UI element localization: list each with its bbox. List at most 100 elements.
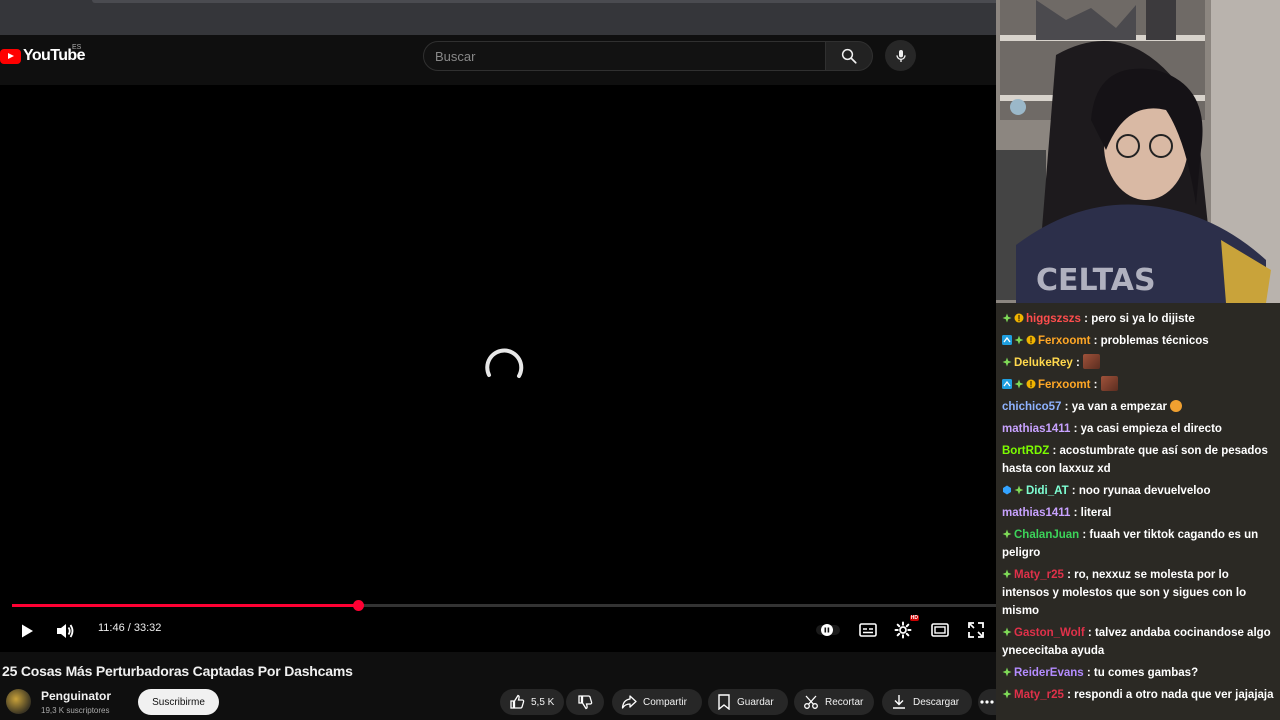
webcam-image: CELTAS [996,0,1280,303]
chat-message: ReiderEvans : tu comes gambas? [996,662,1280,684]
subtitles-button[interactable] [856,619,880,641]
browser-tab[interactable] [92,0,996,3]
video-title: 25 Cosas Más Perturbadoras Captadas Por … [2,663,353,679]
fullscreen-icon [968,622,984,638]
plus-badge-icon[interactable] [1002,527,1012,539]
chat-panel: higgszszs : pero si ya lo dijiste Ferxoom… [996,303,1280,720]
channel-avatar[interactable] [6,689,31,714]
bits-badge-icon[interactable] [1026,333,1036,345]
chat-username[interactable]: Didi_AT [1026,485,1069,497]
subscriber-count: 19,3 K suscriptores [41,706,110,715]
chat-username[interactable]: Ferxoomt [1038,335,1090,347]
download-button[interactable]: Descargar [882,689,972,715]
search-button[interactable] [825,41,873,71]
save-button[interactable]: Guardar [708,689,788,715]
download-icon [893,695,905,709]
bits-badge-icon[interactable] [1026,377,1036,389]
fullscreen-button[interactable] [964,619,988,641]
chat-username[interactable]: chichico57 [1002,401,1061,413]
chat-username[interactable]: Maty_r25 [1014,569,1064,581]
microphone-icon [895,49,906,62]
chat-username[interactable]: Gaston_Wolf [1014,627,1085,639]
time-display: 11:46 / 33:32 [98,622,162,634]
smile-emoji-icon [1170,400,1183,412]
settings-button[interactable]: HD [891,615,919,642]
bits-badge-icon[interactable] [1014,311,1024,323]
search-input[interactable] [424,42,825,70]
chat-text: problemas técnicos [1100,335,1209,347]
plus-badge-icon[interactable] [1002,567,1012,579]
more-horizontal-icon [980,700,994,704]
streamer-webcam: CELTAS [996,0,1280,303]
youtube-logo[interactable]: YouTube ES [0,44,85,65]
chat-text: noo ryunaa devuelveloo [1078,485,1211,497]
prime-badge-icon[interactable] [1002,377,1012,389]
search-icon [841,48,857,64]
thumbs-down-icon [578,695,593,710]
autoplay-toggle[interactable] [816,619,840,641]
chat-username[interactable]: DelukeRey [1014,357,1073,369]
video-player[interactable]: 11:46 / 33:32 HD [0,85,996,652]
volume-icon [57,624,74,638]
chat-message: ChalanJuan : fuaah ver tiktok cagando es… [1002,527,1259,559]
plus-badge-icon[interactable] [1002,355,1012,367]
gem-badge-icon[interactable] [1002,483,1012,495]
like-count: 5,5 K [531,696,555,708]
chat-message: Maty_r25 : ro, nexxuz se molesta por lo … [1002,567,1247,617]
plus-badge-icon[interactable] [1002,311,1012,323]
chat-message: Ferxoomt : [996,374,1280,396]
plus-badge-icon[interactable] [1014,483,1024,495]
theater-mode-button[interactable] [928,619,952,641]
chat-username[interactable]: Maty_r25 [1014,689,1064,701]
svg-text:CELTAS: CELTAS [1036,263,1156,298]
chat-emote-icon [1100,376,1118,391]
chat-text: pero si ya lo dijiste [1091,313,1195,325]
share-label: Compartir [643,696,687,708]
chat-username[interactable]: BortRDZ [1002,445,1049,457]
chat-username[interactable]: ReiderEvans [1014,667,1084,679]
chat-message: BortRDZ : acostumbrate que así son de pe… [1002,445,1268,475]
plus-badge-icon[interactable] [1002,687,1012,699]
chat-username[interactable]: mathias1411 [1002,507,1070,519]
gear-icon [894,621,912,639]
plus-badge-icon[interactable] [1002,625,1012,637]
youtube-play-logo-icon [0,48,21,64]
subscribe-button[interactable]: Suscribirme [138,689,219,715]
browser-tab-strip [0,0,996,35]
clip-button[interactable]: Recortar [794,689,874,715]
chat-username[interactable]: mathias1411 [1002,423,1070,435]
prime-badge-icon[interactable] [1002,333,1012,345]
plus-badge-icon[interactable] [1014,333,1024,345]
chat-username[interactable]: Ferxoomt [1038,379,1090,391]
like-button[interactable]: 5,5 K [500,689,564,715]
chat-username[interactable]: ChalanJuan [1014,529,1079,541]
dislike-button[interactable] [566,689,604,715]
chat-message: Ferxoomt : problemas técnicos [996,330,1280,352]
volume-button[interactable] [53,620,77,642]
progress-played [12,604,359,607]
share-button[interactable]: Compartir [612,689,702,715]
chat-message: chichico57 : ya van a empezar [996,396,1280,418]
chat-emote-icon [1083,354,1101,369]
clip-label: Recortar [825,696,864,708]
chat-text: ya van a empezar [1071,401,1167,413]
chat-text: tu comes gambas? [1093,667,1199,679]
more-actions-button[interactable] [978,689,996,715]
chat-text: literal [1080,507,1112,519]
thumbs-up-icon [510,694,525,709]
voice-search-button[interactable] [885,40,916,71]
progress-bar[interactable] [12,600,996,611]
chat-username[interactable]: higgszszs [1026,313,1081,325]
chat-message: higgszszs : pero si ya lo dijiste [996,308,1280,330]
progress-scrubber[interactable] [353,600,365,611]
region-code: ES [72,44,82,51]
download-label: Descargar [913,696,960,708]
plus-badge-icon[interactable] [1014,377,1024,389]
play-button[interactable] [16,620,38,642]
channel-name[interactable]: Penguinator [41,689,111,703]
plus-badge-icon[interactable] [1002,665,1012,677]
bookmark-icon [718,694,730,710]
hd-badge: HD [909,615,919,621]
screen: YouTube ES 11:46 / 33:32 [0,0,1280,720]
loading-spinner-icon [485,348,524,378]
